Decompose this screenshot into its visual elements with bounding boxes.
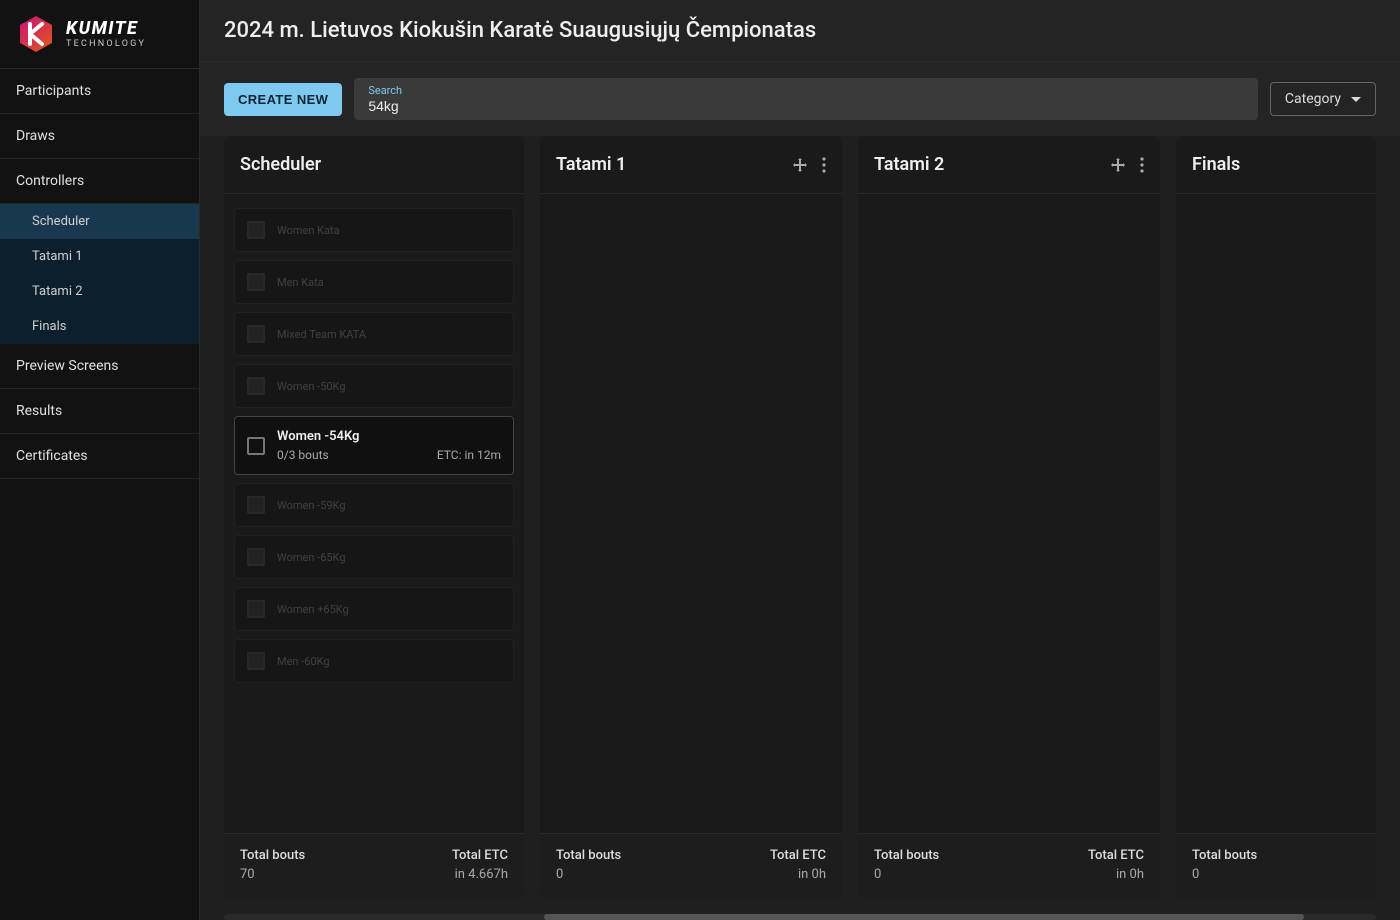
column-scheduler: Scheduler Women Kata Men Kata Mixed Team… — [224, 136, 524, 898]
page-title: 2024 m. Lietuvos Kiokušin Karatė Suaugus… — [224, 18, 1376, 43]
checkbox-icon[interactable] — [247, 377, 265, 395]
card-women-50kg[interactable]: Women -50Kg — [234, 364, 514, 408]
brand-name: KUMITE — [66, 20, 146, 38]
nav-sub-finals[interactable]: Finals — [0, 309, 199, 344]
total-etc-value: in 0h — [1088, 867, 1144, 882]
card-etc: ETC: in 12m — [437, 448, 501, 462]
total-bouts-value: 0 — [556, 867, 621, 882]
checkbox-icon[interactable] — [247, 496, 265, 514]
search-label: Search — [368, 84, 1244, 97]
checkbox-icon[interactable] — [247, 325, 265, 343]
column-finals: Finals Total bouts 0 — [1176, 136, 1376, 898]
total-bouts-value: 0 — [1192, 867, 1257, 882]
column-title: Tatami 2 — [874, 154, 944, 175]
nav-sub-tatami-2[interactable]: Tatami 2 — [0, 274, 199, 309]
total-bouts-label: Total bouts — [240, 848, 305, 863]
checkbox-icon[interactable] — [247, 221, 265, 239]
search-input[interactable] — [368, 98, 1244, 114]
more-vert-icon[interactable] — [822, 157, 826, 173]
checkbox-icon[interactable] — [247, 652, 265, 670]
column-title: Finals — [1192, 154, 1240, 175]
card-women-kata[interactable]: Women Kata — [234, 208, 514, 252]
board: Scheduler Women Kata Men Kata Mixed Team… — [200, 136, 1400, 914]
move-icon[interactable] — [1110, 157, 1126, 173]
card-men-kata[interactable]: Men Kata — [234, 260, 514, 304]
more-vert-icon[interactable] — [1140, 157, 1144, 173]
total-bouts-label: Total bouts — [556, 848, 621, 863]
card-women-65kg[interactable]: Women -65Kg — [234, 535, 514, 579]
total-bouts-value: 70 — [240, 867, 305, 882]
checkbox-icon[interactable] — [247, 600, 265, 618]
nav-controllers-sub: Scheduler Tatami 1 Tatami 2 Finals — [0, 204, 199, 344]
total-bouts-value: 0 — [874, 867, 939, 882]
dropdown-label: Category — [1285, 91, 1341, 107]
nav: Participants Draws Controllers Scheduler… — [0, 69, 199, 920]
chevron-down-icon — [1351, 97, 1361, 102]
scheduler-list[interactable]: Women Kata Men Kata Mixed Team KATA Wome… — [224, 194, 524, 833]
tatami-2-footer: Total bouts 0 Total ETC in 0h — [858, 833, 1160, 898]
move-icon[interactable] — [792, 157, 808, 173]
nav-participants[interactable]: Participants — [0, 69, 199, 114]
column-tatami-1: Tatami 1 Total bouts 0 — [540, 136, 842, 898]
main: 2024 m. Lietuvos Kiokušin Karatė Suaugus… — [200, 0, 1400, 920]
logo: KUMITE TECHNOLOGY — [0, 0, 199, 69]
brand-sub: TECHNOLOGY — [66, 40, 146, 49]
column-header-tatami-1: Tatami 1 — [540, 136, 842, 194]
tatami-2-body[interactable] — [858, 194, 1160, 833]
total-etc-label: Total ETC — [770, 848, 826, 863]
total-etc-label: Total ETC — [1088, 848, 1144, 863]
sidebar: KUMITE TECHNOLOGY Participants Draws Con… — [0, 0, 200, 920]
scheduler-footer: Total bouts 70 Total ETC in 4.667h — [224, 833, 524, 898]
nav-controllers[interactable]: Controllers — [0, 159, 199, 204]
scrollbar-thumb[interactable] — [544, 914, 1304, 920]
horizontal-scrollbar[interactable] — [224, 914, 1376, 920]
nav-preview-screens[interactable]: Preview Screens — [0, 344, 199, 389]
card-women-54kg[interactable]: Women -54Kg 0/3 bouts ETC: in 12m — [234, 416, 514, 475]
checkbox-icon[interactable] — [247, 437, 265, 455]
nav-sub-scheduler[interactable]: Scheduler — [0, 204, 199, 239]
tatami-1-footer: Total bouts 0 Total ETC in 0h — [540, 833, 842, 898]
checkbox-icon[interactable] — [247, 273, 265, 291]
nav-sub-tatami-1[interactable]: Tatami 1 — [0, 239, 199, 274]
logo-icon — [16, 14, 56, 54]
category-dropdown[interactable]: Category — [1270, 82, 1376, 116]
card-title: Women -54Kg — [277, 429, 501, 444]
search-field-wrap[interactable]: Search — [354, 78, 1258, 120]
total-bouts-label: Total bouts — [874, 848, 939, 863]
card-mixed-team-kata[interactable]: Mixed Team KATA — [234, 312, 514, 356]
create-new-button[interactable]: CREATE NEW — [224, 83, 342, 116]
finals-footer: Total bouts 0 — [1176, 833, 1376, 898]
column-title: Scheduler — [240, 154, 321, 175]
total-etc-value: in 0h — [770, 867, 826, 882]
total-bouts-label: Total bouts — [1192, 848, 1257, 863]
checkbox-icon[interactable] — [247, 548, 265, 566]
nav-draws[interactable]: Draws — [0, 114, 199, 159]
column-header-finals: Finals — [1176, 136, 1376, 194]
total-etc-label: Total ETC — [452, 848, 508, 863]
tatami-1-body[interactable] — [540, 194, 842, 833]
card-bouts: 0/3 bouts — [277, 448, 329, 462]
card-men-60kg[interactable]: Men -60Kg — [234, 639, 514, 683]
nav-results[interactable]: Results — [0, 389, 199, 434]
column-header-scheduler: Scheduler — [224, 136, 524, 194]
toolbar: CREATE NEW Search Category — [200, 62, 1400, 136]
column-header-tatami-2: Tatami 2 — [858, 136, 1160, 194]
card-women-59kg[interactable]: Women -59Kg — [234, 483, 514, 527]
total-etc-value: in 4.667h — [452, 867, 508, 882]
column-title: Tatami 1 — [556, 154, 626, 175]
card-women-plus65kg[interactable]: Women +65Kg — [234, 587, 514, 631]
header: 2024 m. Lietuvos Kiokušin Karatė Suaugus… — [200, 0, 1400, 62]
finals-body[interactable] — [1176, 194, 1376, 833]
column-tatami-2: Tatami 2 Total bouts 0 — [858, 136, 1160, 898]
nav-certificates[interactable]: Certificates — [0, 434, 199, 479]
